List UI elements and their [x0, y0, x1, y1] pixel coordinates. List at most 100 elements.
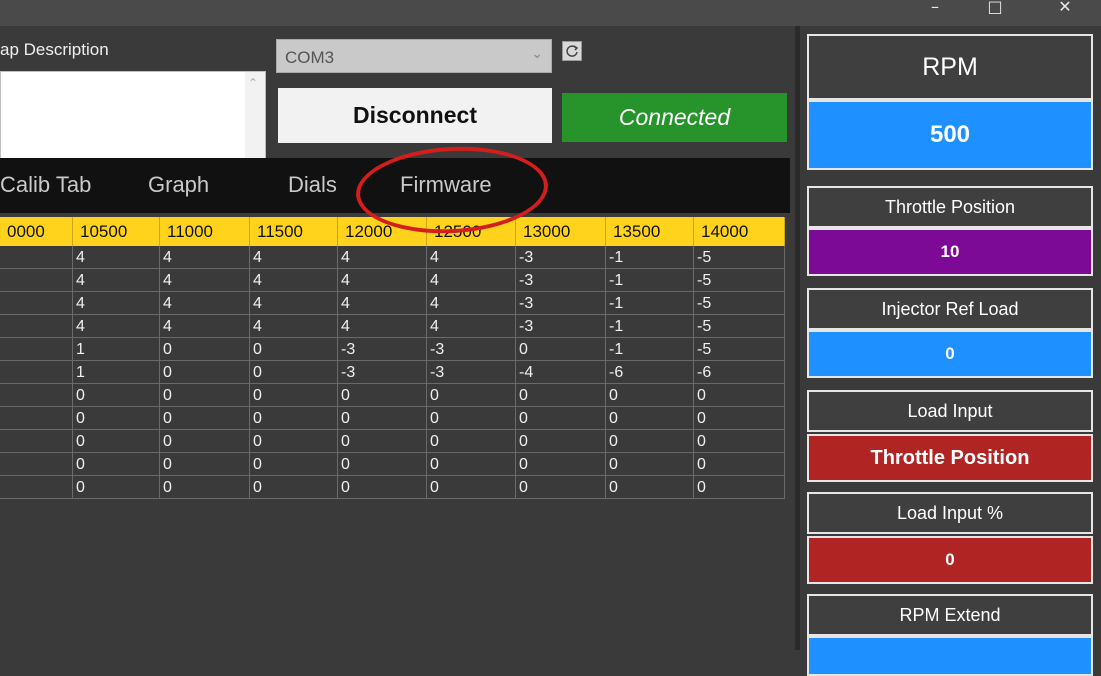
- table-cell[interactable]: -3: [427, 361, 516, 384]
- table-cell[interactable]: 4: [427, 269, 516, 292]
- column-header[interactable]: 11000: [160, 217, 250, 246]
- table-cell[interactable]: 0: [694, 384, 785, 407]
- table-cell[interactable]: -5: [694, 269, 785, 292]
- table-cell[interactable]: [0, 361, 73, 384]
- table-cell[interactable]: -3: [516, 246, 606, 269]
- table-cell[interactable]: -1: [606, 246, 694, 269]
- close-button[interactable]: ✕: [1045, 0, 1085, 22]
- table-cell[interactable]: 4: [250, 292, 338, 315]
- table-cell[interactable]: 0: [694, 476, 785, 499]
- table-cell[interactable]: 0: [338, 453, 427, 476]
- table-cell[interactable]: 4: [160, 246, 250, 269]
- scroll-up-icon[interactable]: ⌃: [248, 76, 258, 90]
- table-cell[interactable]: 0: [250, 430, 338, 453]
- table-cell[interactable]: 0: [250, 384, 338, 407]
- table-cell[interactable]: 0: [160, 361, 250, 384]
- disconnect-button[interactable]: Disconnect: [278, 88, 552, 143]
- table-cell[interactable]: 0: [160, 453, 250, 476]
- table-cell[interactable]: 0: [694, 407, 785, 430]
- column-header[interactable]: 11500: [250, 217, 338, 246]
- tab-calib[interactable]: Calib Tab: [0, 172, 91, 198]
- table-cell[interactable]: 0: [73, 384, 160, 407]
- table-cell[interactable]: 0: [250, 338, 338, 361]
- tab-dials[interactable]: Dials: [288, 172, 337, 198]
- table-cell[interactable]: 0: [73, 407, 160, 430]
- table-cell[interactable]: 1: [73, 338, 160, 361]
- column-header[interactable]: 0000: [0, 217, 73, 246]
- table-cell[interactable]: -6: [694, 361, 785, 384]
- table-cell[interactable]: 4: [160, 315, 250, 338]
- table-cell[interactable]: -1: [606, 315, 694, 338]
- table-cell[interactable]: 0: [160, 384, 250, 407]
- table-cell[interactable]: 4: [338, 292, 427, 315]
- table-cell[interactable]: [0, 453, 73, 476]
- table-cell[interactable]: 4: [427, 292, 516, 315]
- table-cell[interactable]: 0: [427, 430, 516, 453]
- table-cell[interactable]: 0: [338, 430, 427, 453]
- table-cell[interactable]: 0: [250, 476, 338, 499]
- table-cell[interactable]: 0: [250, 407, 338, 430]
- table-cell[interactable]: 4: [338, 315, 427, 338]
- table-cell[interactable]: 0: [427, 407, 516, 430]
- table-cell[interactable]: 4: [427, 246, 516, 269]
- table-cell[interactable]: -3: [338, 361, 427, 384]
- table-cell[interactable]: -1: [606, 338, 694, 361]
- table-cell[interactable]: [0, 384, 73, 407]
- table-cell[interactable]: 0: [606, 453, 694, 476]
- table-cell[interactable]: 0: [73, 430, 160, 453]
- table-cell[interactable]: 0: [427, 384, 516, 407]
- table-cell[interactable]: 0: [606, 476, 694, 499]
- table-cell[interactable]: 4: [73, 292, 160, 315]
- table-cell[interactable]: 1: [73, 361, 160, 384]
- table-cell[interactable]: 0: [338, 407, 427, 430]
- table-cell[interactable]: 0: [516, 384, 606, 407]
- table-cell[interactable]: -6: [606, 361, 694, 384]
- table-cell[interactable]: 4: [250, 315, 338, 338]
- table-cell[interactable]: 0: [160, 476, 250, 499]
- table-cell[interactable]: 4: [338, 269, 427, 292]
- table-cell[interactable]: -3: [516, 269, 606, 292]
- table-cell[interactable]: 0: [160, 430, 250, 453]
- table-cell[interactable]: 0: [606, 430, 694, 453]
- column-header[interactable]: 13000: [516, 217, 606, 246]
- table-cell[interactable]: 0: [606, 407, 694, 430]
- table-cell[interactable]: 0: [694, 453, 785, 476]
- table-cell[interactable]: -3: [516, 315, 606, 338]
- maximize-button[interactable]: □: [975, 0, 1015, 22]
- table-cell[interactable]: -5: [694, 246, 785, 269]
- table-cell[interactable]: 4: [338, 246, 427, 269]
- table-cell[interactable]: 4: [427, 315, 516, 338]
- table-cell[interactable]: [0, 292, 73, 315]
- column-header[interactable]: 13500: [606, 217, 694, 246]
- table-cell[interactable]: 0: [73, 476, 160, 499]
- table-cell[interactable]: 4: [73, 246, 160, 269]
- table-cell[interactable]: [0, 338, 73, 361]
- table-cell[interactable]: 0: [250, 453, 338, 476]
- refresh-ports-button[interactable]: [562, 41, 582, 61]
- table-cell[interactable]: 4: [73, 269, 160, 292]
- table-cell[interactable]: 0: [250, 361, 338, 384]
- table-cell[interactable]: 0: [606, 384, 694, 407]
- table-cell[interactable]: [0, 476, 73, 499]
- table-cell[interactable]: [0, 315, 73, 338]
- table-cell[interactable]: 0: [427, 476, 516, 499]
- table-cell[interactable]: 4: [73, 315, 160, 338]
- minimize-button[interactable]: –: [915, 0, 955, 22]
- table-cell[interactable]: 4: [160, 269, 250, 292]
- table-cell[interactable]: -5: [694, 315, 785, 338]
- column-header[interactable]: 14000: [694, 217, 785, 246]
- table-cell[interactable]: 0: [160, 338, 250, 361]
- table-cell[interactable]: 0: [516, 476, 606, 499]
- table-cell[interactable]: 0: [694, 430, 785, 453]
- table-cell[interactable]: [0, 246, 73, 269]
- table-cell[interactable]: -4: [516, 361, 606, 384]
- table-cell[interactable]: -1: [606, 292, 694, 315]
- table-cell[interactable]: 0: [73, 453, 160, 476]
- table-cell[interactable]: 4: [250, 269, 338, 292]
- table-cell[interactable]: 0: [427, 453, 516, 476]
- table-cell[interactable]: 4: [250, 246, 338, 269]
- table-cell[interactable]: 0: [338, 476, 427, 499]
- table-cell[interactable]: 0: [338, 384, 427, 407]
- table-cell[interactable]: -3: [338, 338, 427, 361]
- table-cell[interactable]: 0: [516, 430, 606, 453]
